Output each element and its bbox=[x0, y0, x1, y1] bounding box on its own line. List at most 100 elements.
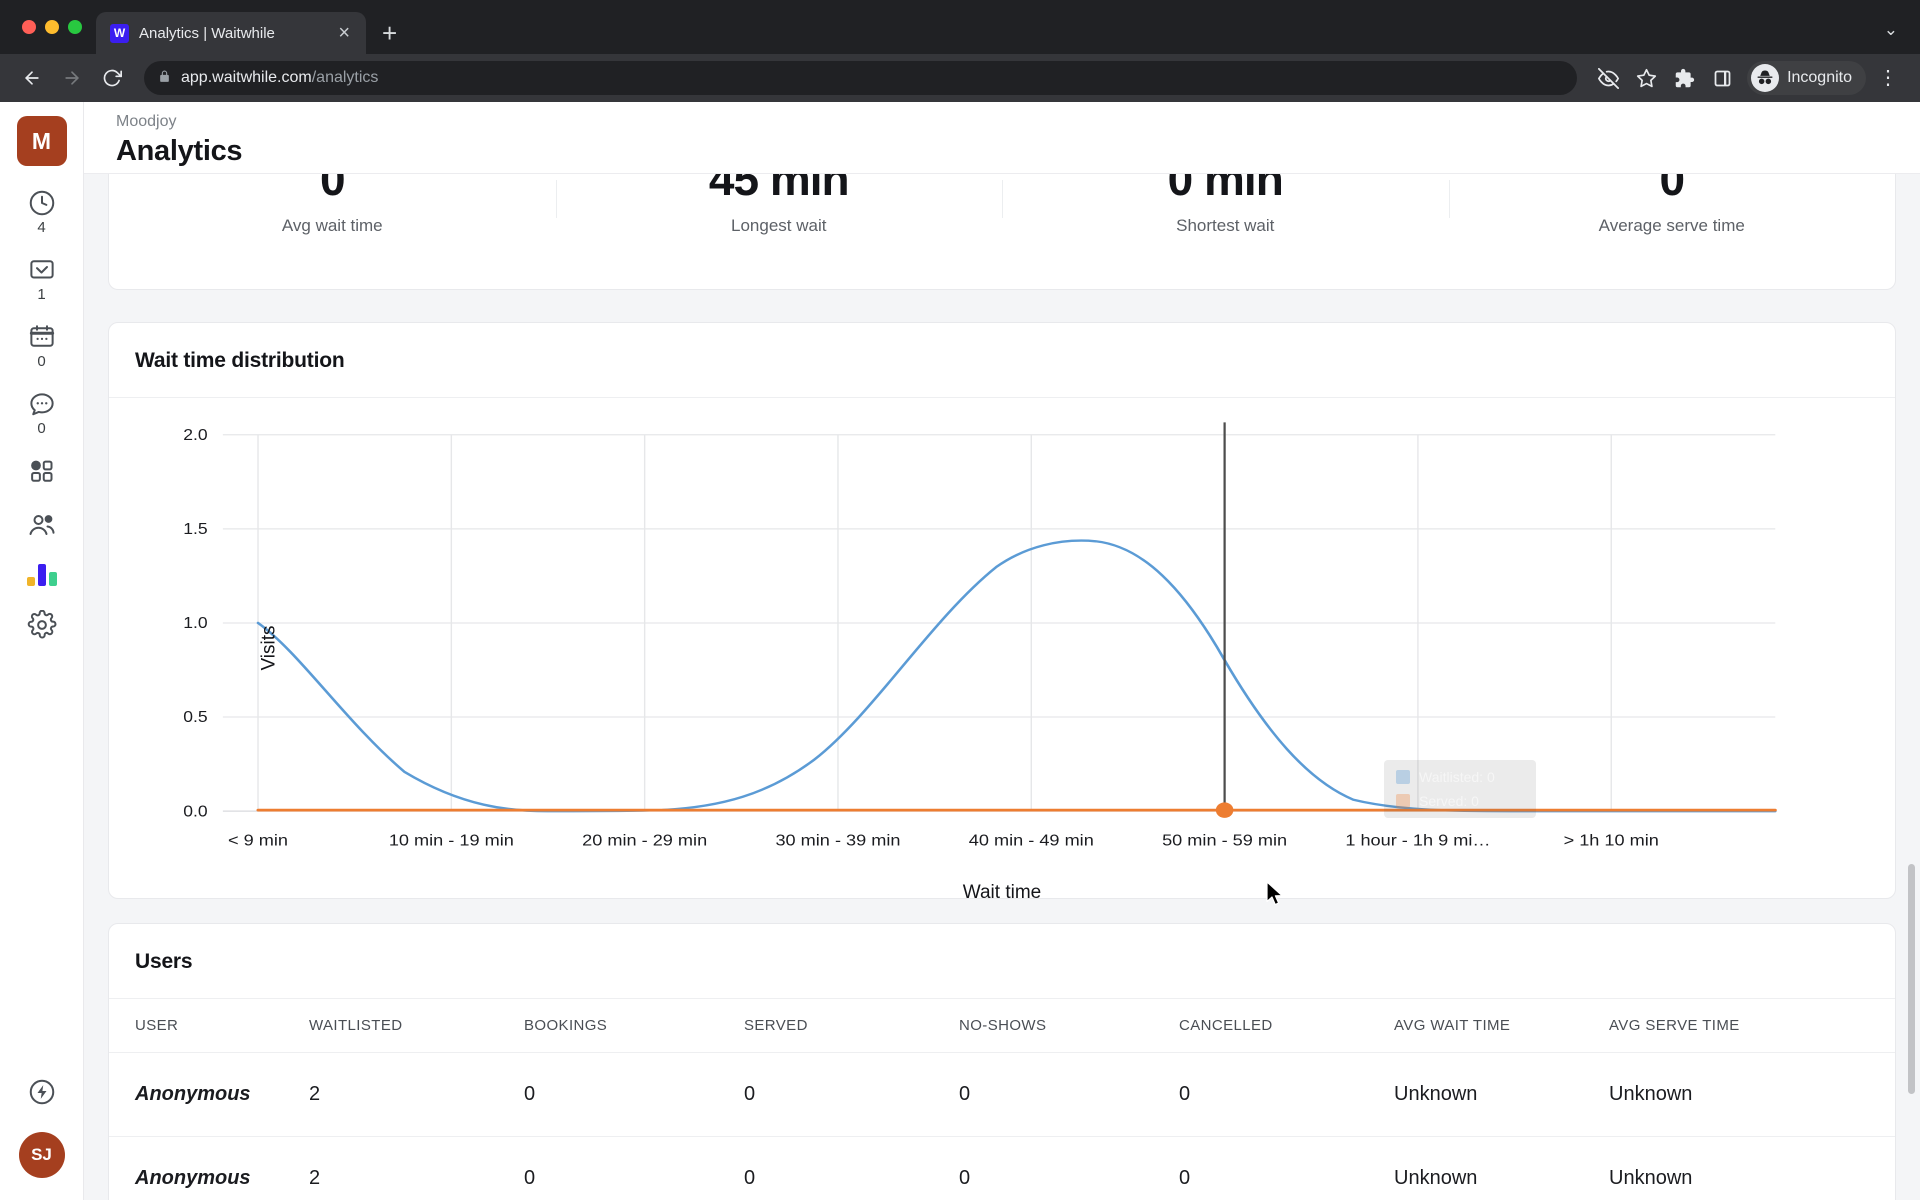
sidebar-count-messages: 0 bbox=[37, 420, 46, 437]
cell-waitlisted: 2 bbox=[309, 1136, 524, 1200]
sidebar-item-analytics[interactable] bbox=[12, 564, 72, 586]
sidebar-item-checkin[interactable]: 1 bbox=[12, 255, 72, 302]
chat-bubble-icon bbox=[27, 389, 57, 419]
app-page: M 4 1 0 0 SJ Moodjoy Analytics 0 Avg wai… bbox=[0, 102, 1920, 1200]
stat-label: Avg wait time bbox=[281, 216, 383, 235]
waitwhile-favicon-icon: W bbox=[110, 23, 129, 43]
browser-toolbar: app.waitwhile.com/analytics Incognito ⋮ bbox=[0, 54, 1920, 102]
people-icon bbox=[27, 510, 57, 540]
forward-button[interactable] bbox=[54, 60, 90, 96]
page-title: Analytics bbox=[116, 134, 243, 167]
stat-average-serve-time: 0 Average serve time bbox=[1448, 174, 1896, 236]
breadcrumb: Moodjoy bbox=[116, 113, 177, 130]
cell-cancelled: 0 bbox=[1179, 1052, 1394, 1137]
grid-icon bbox=[27, 456, 57, 486]
minimize-window-button[interactable] bbox=[45, 20, 59, 34]
sidebar-item-services[interactable] bbox=[12, 456, 72, 486]
page-scrollbar-thumb[interactable] bbox=[1908, 864, 1915, 1094]
back-button[interactable] bbox=[14, 60, 50, 96]
profile-incognito-button[interactable]: Incognito bbox=[1747, 61, 1866, 95]
wait-time-distribution-card: Wait time distribution Visits 2.0 1.5 1.… bbox=[108, 322, 1896, 903]
browser-tab-analytics[interactable]: W Analytics | Waitwhile × bbox=[96, 12, 366, 54]
eye-off-icon[interactable] bbox=[1591, 61, 1625, 95]
workspace-brand-tile[interactable]: M bbox=[16, 116, 67, 166]
users-table-body: Anonymous 2 0 0 0 0 Unknown Unknown Anon… bbox=[109, 1052, 1895, 1200]
column-header-avg-serve-time[interactable]: AVG SERVE TIME bbox=[1609, 999, 1895, 1053]
column-header-served[interactable]: SERVED bbox=[744, 999, 959, 1053]
sidebar-count-checkin: 1 bbox=[37, 286, 46, 303]
svg-text:0.0: 0.0 bbox=[183, 802, 207, 820]
chart-y-axis-label: Visits bbox=[258, 625, 280, 671]
cell-avg-serve-time: Unknown bbox=[1609, 1136, 1895, 1200]
cell-no-shows: 0 bbox=[959, 1136, 1179, 1200]
extensions-puzzle-icon[interactable] bbox=[1667, 61, 1701, 95]
stat-shortest-wait: 0 min Shortest wait bbox=[1002, 174, 1449, 236]
column-header-no-shows[interactable]: NO-SHOWS bbox=[959, 999, 1179, 1053]
sidebar-item-waitlist[interactable]: 4 bbox=[12, 188, 72, 235]
column-header-waitlisted[interactable]: WAITLISTED bbox=[309, 999, 524, 1053]
maximize-window-button[interactable] bbox=[68, 20, 82, 34]
users-table: USER WAITLISTED BOOKINGS SERVED NO-SHOWS… bbox=[109, 999, 1895, 1200]
svg-text:20 min - 29 min: 20 min - 29 min bbox=[582, 831, 707, 849]
cell-no-shows: 0 bbox=[959, 1052, 1179, 1137]
column-header-avg-wait-time[interactable]: AVG WAIT TIME bbox=[1394, 999, 1609, 1053]
sidebar-item-settings[interactable] bbox=[12, 610, 72, 640]
svg-text:30 min - 39 min: 30 min - 39 min bbox=[775, 831, 900, 849]
new-tab-button[interactable]: + bbox=[366, 20, 413, 54]
toolbar-icons: Incognito ⋮ bbox=[1591, 61, 1906, 95]
url-host: app.waitwhile.com bbox=[181, 69, 312, 86]
sidebar-count-bookings: 0 bbox=[37, 353, 46, 370]
avatar[interactable]: SJ bbox=[18, 1132, 65, 1178]
sidebar-item-messages[interactable]: 0 bbox=[12, 389, 72, 436]
chart-y-ticks: 2.0 1.5 1.0 0.5 0.0 bbox=[183, 426, 207, 820]
tab-list-chevron-down-icon[interactable]: ⌄ bbox=[1884, 20, 1920, 54]
sidebar-item-bookings[interactable]: 0 bbox=[12, 322, 72, 369]
page-scroll-area[interactable]: 0 Avg wait time 45 min Longest wait 0 mi… bbox=[84, 174, 1920, 1200]
cell-user: Anonymous bbox=[109, 1136, 309, 1200]
calendar-icon bbox=[27, 322, 57, 352]
svg-text:< 9 min: < 9 min bbox=[228, 831, 288, 849]
column-header-bookings[interactable]: BOOKINGS bbox=[524, 999, 744, 1053]
cell-user: Anonymous bbox=[109, 1052, 309, 1137]
stat-avg-wait-time: 0 Avg wait time bbox=[109, 174, 556, 236]
cell-bookings: 0 bbox=[524, 1052, 744, 1137]
users-table-head: USER WAITLISTED BOOKINGS SERVED NO-SHOWS… bbox=[109, 999, 1895, 1053]
app-content: Moodjoy Analytics 0 Avg wait time 45 min… bbox=[84, 102, 1920, 1200]
column-header-user[interactable]: USER bbox=[109, 999, 309, 1053]
address-bar-url: app.waitwhile.com/analytics bbox=[181, 69, 378, 87]
chart-title: Wait time distribution bbox=[109, 323, 1895, 398]
sidebar-item-quick-actions[interactable] bbox=[27, 1077, 57, 1112]
svg-text:50 min - 59 min: 50 min - 59 min bbox=[1162, 831, 1287, 849]
sidebar-item-customers[interactable] bbox=[12, 510, 72, 540]
chart-horizontal-gridlines bbox=[222, 434, 1776, 718]
page-scrollbar-track[interactable] bbox=[1906, 174, 1918, 1200]
side-panel-icon[interactable] bbox=[1705, 61, 1739, 95]
wait-time-distribution-chart[interactable]: 2.0 1.5 1.0 0.5 0.0 < 9 min 10 min - 19 … bbox=[135, 412, 1869, 898]
cell-avg-serve-time: Unknown bbox=[1609, 1052, 1895, 1137]
close-tab-icon[interactable]: × bbox=[332, 21, 356, 45]
table-header-row: USER WAITLISTED BOOKINGS SERVED NO-SHOWS… bbox=[109, 999, 1895, 1053]
svg-text:1.0: 1.0 bbox=[183, 614, 207, 632]
cell-served: 0 bbox=[744, 1136, 959, 1200]
table-row[interactable]: Anonymous 2 0 0 0 0 Unknown Unknown bbox=[109, 1052, 1895, 1137]
site-lock-icon bbox=[158, 69, 171, 87]
reload-button[interactable] bbox=[94, 60, 130, 96]
gear-icon bbox=[27, 610, 57, 640]
svg-text:> 1h 10 min: > 1h 10 min bbox=[1564, 831, 1659, 849]
browser-menu-icon[interactable]: ⋮ bbox=[1870, 68, 1906, 88]
address-bar[interactable]: app.waitwhile.com/analytics bbox=[144, 61, 1578, 95]
app-sidebar: M 4 1 0 0 SJ bbox=[0, 102, 84, 1200]
chart-body[interactable]: Visits 2.0 1.5 1.0 0.5 0.0 < 9 min 10 mi… bbox=[109, 398, 1895, 903]
stat-value: 0 bbox=[319, 174, 346, 205]
stat-value: 0 bbox=[1659, 174, 1685, 205]
stat-label: Longest wait bbox=[731, 216, 827, 235]
table-row[interactable]: Anonymous 2 0 0 0 0 Unknown Unknown bbox=[109, 1136, 1895, 1200]
stat-label: Shortest wait bbox=[1176, 216, 1275, 235]
column-header-cancelled[interactable]: CANCELLED bbox=[1179, 999, 1394, 1053]
chart-x-ticks: < 9 min 10 min - 19 min 20 min - 29 min … bbox=[228, 831, 1659, 849]
stat-label: Average serve time bbox=[1598, 216, 1745, 235]
tab-strip: W Analytics | Waitwhile × + ⌄ bbox=[0, 0, 1920, 54]
close-window-button[interactable] bbox=[22, 20, 36, 34]
bookmark-star-icon[interactable] bbox=[1629, 61, 1663, 95]
svg-text:0.5: 0.5 bbox=[183, 708, 207, 726]
